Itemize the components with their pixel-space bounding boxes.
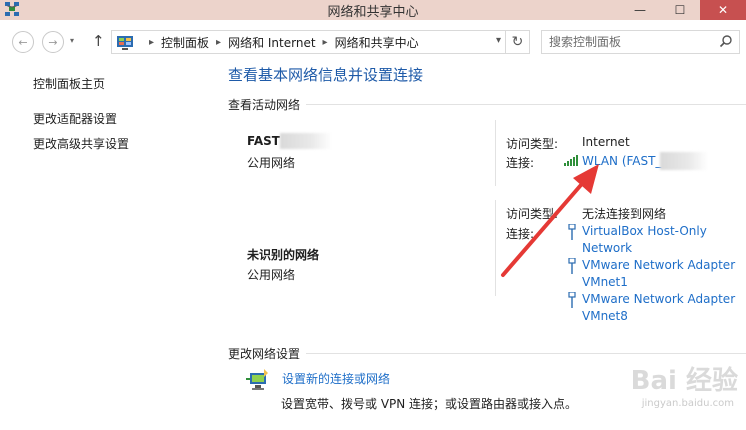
- setup-new-connection-link[interactable]: 设置新的连接或网络: [282, 371, 390, 388]
- sidebar-item-change-advanced-sharing[interactable]: 更改高级共享设置: [33, 135, 129, 152]
- window-controls: — ☐ ✕: [620, 0, 746, 20]
- sidebar-item-change-adapter-settings[interactable]: 更改适配器设置: [33, 110, 117, 127]
- connection-link-line1[interactable]: VMware Network Adapter: [582, 291, 735, 308]
- page-title: 查看基本网络信息并设置连接: [228, 66, 424, 84]
- search-box[interactable]: [541, 30, 740, 54]
- search-icon[interactable]: [719, 34, 733, 48]
- navigation-bar: ← → ▾ ↑ ▸ 控制面板 ▸ 网络和 Internet ▸ 网络和共享中心 …: [0, 20, 746, 62]
- network-name: 未识别的网络: [247, 248, 320, 262]
- recent-locations-dropdown[interactable]: ▾: [70, 36, 74, 45]
- breadcrumb-separator[interactable]: ▸: [149, 37, 154, 48]
- breadcrumb-control-panel[interactable]: 控制面板: [161, 34, 209, 51]
- annotation-arrow: [501, 164, 599, 277]
- setup-new-connection-description: 设置宽带、拨号或 VPN 连接；或设置路由器或接入点。: [281, 397, 578, 411]
- access-type-label: 访问类型:: [506, 137, 559, 151]
- access-type-value: Internet: [582, 135, 630, 149]
- network-type: 公用网络: [247, 156, 296, 170]
- network-type: 公用网络: [247, 268, 296, 282]
- close-button[interactable]: ✕: [700, 0, 746, 20]
- new-connection-icon: [246, 369, 268, 390]
- connection-link-line2[interactable]: VMnet8: [582, 308, 735, 325]
- address-bar[interactable]: ▸ 控制面板 ▸ 网络和 Internet ▸ 网络和共享中心 ▾ ↻: [111, 30, 530, 54]
- maximize-button[interactable]: ☐: [660, 0, 700, 20]
- control-panel-icon: [117, 35, 133, 50]
- up-button[interactable]: ↑: [92, 32, 105, 50]
- change-settings-label: 更改网络设置: [228, 347, 301, 361]
- network-name: FAST: [247, 134, 280, 148]
- address-dropdown-icon[interactable]: ▾: [496, 35, 501, 46]
- breadcrumb-network-sharing-center[interactable]: 网络和共享中心: [335, 34, 419, 51]
- back-button[interactable]: ←: [12, 31, 34, 53]
- breadcrumb-separator[interactable]: ▸: [323, 37, 328, 48]
- active-networks-label: 查看活动网络: [228, 98, 301, 112]
- ethernet-adapter-icon: [568, 292, 576, 308]
- redaction-blur: [660, 152, 708, 170]
- watermark-url: jingyan.baidu.com: [641, 398, 734, 409]
- refresh-button[interactable]: ↻: [505, 31, 529, 53]
- forward-button[interactable]: →: [42, 31, 64, 53]
- divider: [306, 104, 746, 105]
- search-input[interactable]: [549, 32, 719, 52]
- breadcrumb-network-internet[interactable]: 网络和 Internet: [228, 34, 315, 51]
- breadcrumb-separator[interactable]: ▸: [216, 37, 221, 48]
- breadcrumb: ▸ 控制面板 ▸ 网络和 Internet ▸ 网络和共享中心: [116, 34, 419, 51]
- minimize-button[interactable]: —: [620, 0, 660, 20]
- redaction-blur: [280, 133, 332, 149]
- watermark-logo: Bai 经验: [630, 366, 738, 396]
- connection-link-vmnet8[interactable]: VMware Network Adapter VMnet8: [582, 291, 735, 325]
- title-bar: 网络和共享中心 — ☐ ✕: [0, 0, 746, 20]
- left-pane: 控制面板主页 更改适配器设置 更改高级共享设置: [0, 62, 210, 430]
- divider: [306, 353, 746, 354]
- sidebar-item-control-panel-home[interactable]: 控制面板主页: [33, 75, 105, 92]
